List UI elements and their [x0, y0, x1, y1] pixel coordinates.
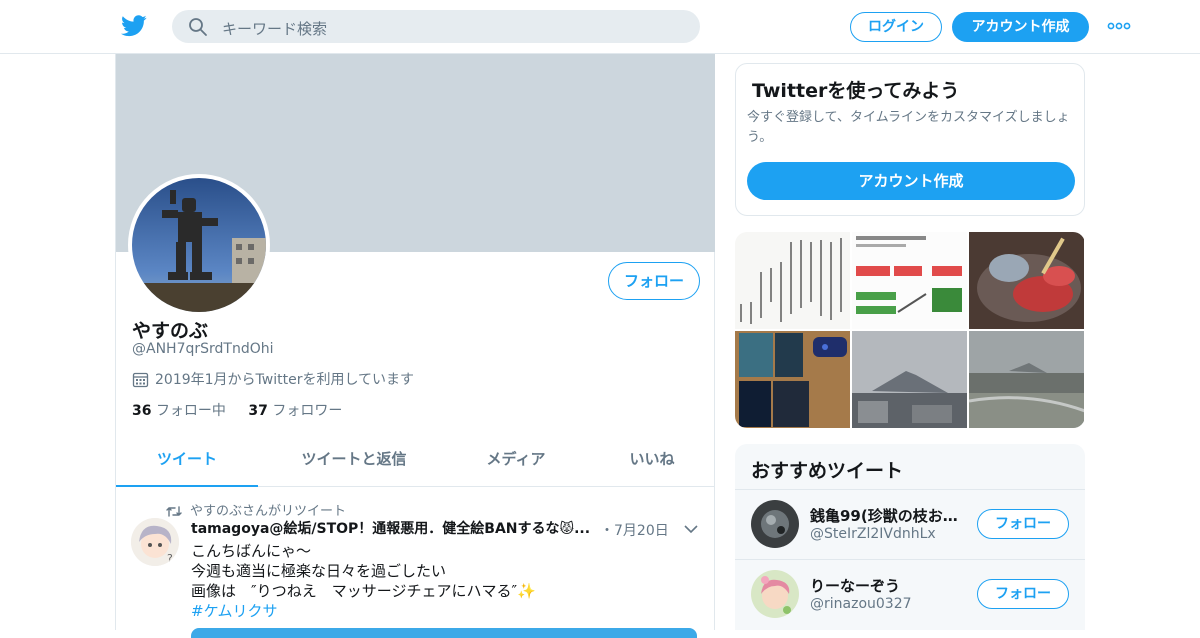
profile-stats: 36 フォロー中 37 フォロワー	[132, 400, 360, 420]
tab-media[interactable]: メディア	[460, 434, 572, 487]
more-dots-icon[interactable]	[1107, 19, 1131, 33]
signup-card-description: 今すぐ登録して、タイムラインをカスタマイズしましょう。	[747, 110, 1070, 145]
recommended-user[interactable]: りーなーぞう @rinazou0327 フォロー	[735, 559, 1085, 628]
tweet-hashtag[interactable]: #ケムリクサ	[191, 601, 701, 621]
search-icon	[189, 18, 207, 36]
recommended-follow-button[interactable]: フォロー	[977, 509, 1069, 539]
svg-text:?: ?	[167, 552, 173, 565]
profile-name: やすのぶ	[132, 320, 209, 342]
gallery-image[interactable]	[852, 232, 967, 329]
tab-tweets-and-replies[interactable]: ツイートと返信	[268, 434, 440, 487]
gallery-image[interactable]	[735, 331, 850, 428]
media-gallery	[735, 232, 1085, 428]
tweet-line: 画像は ″りつねえ マッサージチェアにハマる″✨	[191, 582, 536, 600]
tweet-text: こんちばんにゃ～ 今週も適当に極楽な日々を過ごしたい 画像は ″りつねえ マッサ…	[191, 541, 701, 621]
gallery-image[interactable]	[969, 232, 1084, 329]
search-input[interactable]: キーワード検索	[222, 18, 327, 39]
followers-stat[interactable]: 37 フォロワー	[248, 403, 342, 419]
recommended-user-name[interactable]: 銭亀99(珍獣の枝おじさん)	[810, 505, 968, 526]
tweet-date[interactable]: ・7月20日	[600, 520, 669, 540]
signup-card-button[interactable]: アカウント作成	[747, 162, 1075, 200]
tweet-line: 今週も適当に極楽な日々を過ごしたい	[191, 562, 447, 580]
recommended-user-handle[interactable]: @SteIrZl2IVdnhLx	[810, 526, 936, 542]
retweet-notice-text: やすのぶさんがリツイート	[190, 504, 347, 519]
profile-column: フォロー やすのぶ @ANH7qrSrdTndOhi 2019年1月からTwit…	[115, 54, 715, 638]
recommended-user-avatar[interactable]	[751, 570, 799, 618]
recommended-panel: おすすめツイート 銭亀99(珍獣の枝おじさん) @SteIrZl2IVdnhLx…	[735, 444, 1085, 630]
calendar-icon	[132, 372, 149, 388]
signup-card: Twitterを使ってみよう 今すぐ登録して、タイムラインをカスタマイズしましょ…	[735, 63, 1085, 216]
retweet-icon	[166, 506, 182, 517]
recommended-user-avatar[interactable]	[751, 500, 799, 548]
gallery-image[interactable]	[969, 331, 1084, 428]
following-count: 36	[132, 403, 152, 419]
recommended-user-name[interactable]: りーなーぞう	[810, 575, 968, 596]
top-bar: キーワード検索 ログイン アカウント作成	[0, 0, 1200, 54]
recommended-user[interactable]: 銭亀99(珍獣の枝おじさん) @SteIrZl2IVdnhLx フォロー	[735, 489, 1085, 558]
login-button[interactable]: ログイン	[850, 12, 942, 42]
gallery-image[interactable]	[735, 232, 850, 329]
join-date: 2019年1月からTwitterを利用しています	[132, 369, 414, 389]
signup-button[interactable]: アカウント作成	[952, 12, 1089, 42]
profile-tabs: ツイート ツイートと返信 メディア いいね	[116, 434, 715, 487]
profile-handle[interactable]: @ANH7qrSrdTndOhi	[132, 341, 274, 357]
follow-button[interactable]: フォロー	[608, 262, 700, 300]
profile-avatar[interactable]	[128, 174, 270, 316]
search-bar[interactable]: キーワード検索	[172, 10, 700, 43]
join-date-text: 2019年1月からTwitterを利用しています	[155, 372, 415, 388]
tab-tweets[interactable]: ツイート	[116, 434, 258, 487]
tweet-author-name[interactable]: tamagoya@絵垢/STOP！通報悪用．健全絵BANするな😾...	[191, 521, 590, 537]
followers-label: フォロワー	[272, 403, 343, 419]
recommended-user-handle[interactable]: @rinazou0327	[810, 596, 912, 612]
tweet-line: こんちばんにゃ～	[191, 542, 312, 560]
retweet-notice: やすのぶさんがリツイート	[166, 500, 346, 519]
tweet-author-avatar[interactable]: ?	[131, 518, 179, 566]
following-label: フォロー中	[155, 403, 226, 419]
caret-down-icon[interactable]	[684, 524, 698, 534]
signup-card-title: Twitterを使ってみよう	[752, 80, 960, 102]
gallery-image[interactable]	[852, 331, 967, 428]
tweet-header: tamagoya@絵垢/STOP！通報悪用．健全絵BANするな😾...	[191, 518, 590, 538]
tweet-item[interactable]: やすのぶさんがリツイート ? tamagoya@絵垢/STOP！通報悪用．健全絵…	[116, 488, 715, 638]
twitter-bird-icon[interactable]	[121, 14, 147, 38]
followers-count: 37	[248, 403, 268, 419]
tab-likes[interactable]: いいね	[592, 434, 712, 487]
recommended-follow-button[interactable]: フォロー	[977, 579, 1069, 609]
recommended-title: おすすめツイート	[751, 460, 904, 482]
following-stat[interactable]: 36 フォロー中	[132, 403, 226, 419]
